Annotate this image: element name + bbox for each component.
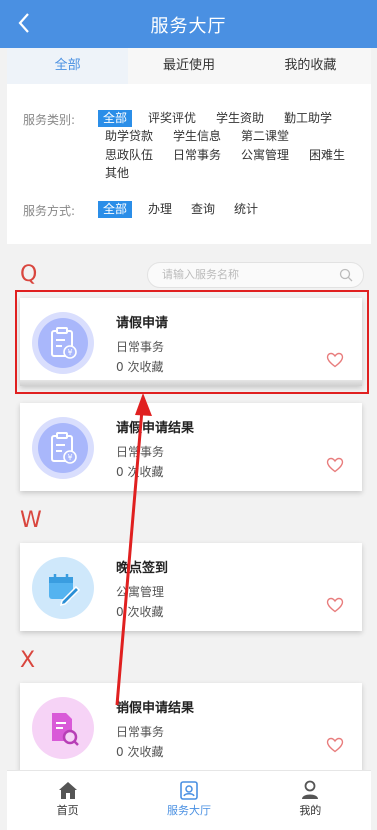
heart-icon[interactable] [326,597,344,613]
category-chip[interactable]: 助学贷款 [105,128,153,145]
nav-label: 首页 [56,804,79,817]
nav-service-hall[interactable]: 服务大厅 [128,771,249,830]
category-chip[interactable]: 学生信息 [173,128,221,145]
search-box[interactable] [147,262,364,288]
service-name: 请假申请结果 [116,421,195,436]
method-chip[interactable]: 查询 [191,201,215,218]
highlight-box [15,290,369,394]
service-category: 公寓管理 [116,585,165,599]
tab-favorites[interactable]: 我的收藏 [250,48,371,84]
clipboard-yen-icon: ¥ [32,417,94,479]
favorite-count: 0 次收藏 [116,745,164,759]
nav-label: 我的 [299,804,322,817]
search-input[interactable] [162,268,332,281]
method-chip[interactable]: 统计 [234,201,258,218]
group-letter: W [20,508,42,533]
service-category: 日常事务 [116,725,165,739]
nav-home[interactable]: 首页 [7,771,128,830]
page-title: 服务大厅 [150,16,227,37]
bottom-nav: 首页 服务大厅 我的 [7,770,371,830]
tab-all[interactable]: 全部 [7,48,129,84]
group-letter: Q [20,262,38,287]
nav-mine[interactable]: 我的 [250,771,371,830]
category-chip[interactable]: 学生资助 [216,110,264,127]
category-chip[interactable]: 其他 [105,165,129,182]
method-chip[interactable]: 全部 [98,201,133,218]
service-card[interactable]: 销假申请结果 日常事务 0 次收藏 [20,683,362,771]
category-label: 服务类别: [23,113,76,127]
user-icon [302,780,319,799]
favorite-count: 0 次收藏 [116,465,164,479]
app-header: 服务大厅 [0,0,377,48]
nav-label: 服务大厅 [166,804,211,817]
document-search-icon [32,697,94,759]
method-label: 服务方式: [23,204,76,218]
service-card[interactable]: ¥ 请假申请结果 日常事务 0 次收藏 [20,403,362,491]
category-chip[interactable]: 困难生 [309,147,345,164]
category-chip[interactable]: 日常事务 [173,147,221,164]
filter-panel: 服务类别: 全部 评奖评优 学生资助 勤工助学 助学贷款 学生信息 第二课堂 思… [7,84,371,244]
category-chip[interactable]: 勤工助学 [284,110,332,127]
service-category: 日常事务 [116,445,165,459]
calendar-edit-icon [32,557,94,619]
tab-recent[interactable]: 最近使用 [128,48,249,84]
home-icon [58,782,77,799]
favorite-count: 0 次收藏 [116,605,164,619]
heart-icon[interactable] [326,737,344,753]
svg-text:¥: ¥ [67,453,72,462]
tab-bar: 全部 最近使用 我的收藏 [7,48,371,84]
group-letter: X [20,648,36,673]
heart-icon[interactable] [326,457,344,473]
method-chip[interactable]: 办理 [148,201,172,218]
search-icon[interactable] [339,268,353,282]
category-chip[interactable]: 第二课堂 [241,128,289,145]
service-name: 晚点签到 [116,561,169,576]
category-chip[interactable]: 全部 [98,110,133,127]
category-chip[interactable]: 公寓管理 [241,147,289,164]
service-name: 销假申请结果 [116,701,195,716]
category-chip[interactable]: 评奖评优 [148,110,196,127]
service-card[interactable]: 晚点签到 公寓管理 0 次收藏 [20,543,362,631]
service-hall-icon [180,781,198,800]
category-chip[interactable]: 思政队伍 [105,147,153,164]
